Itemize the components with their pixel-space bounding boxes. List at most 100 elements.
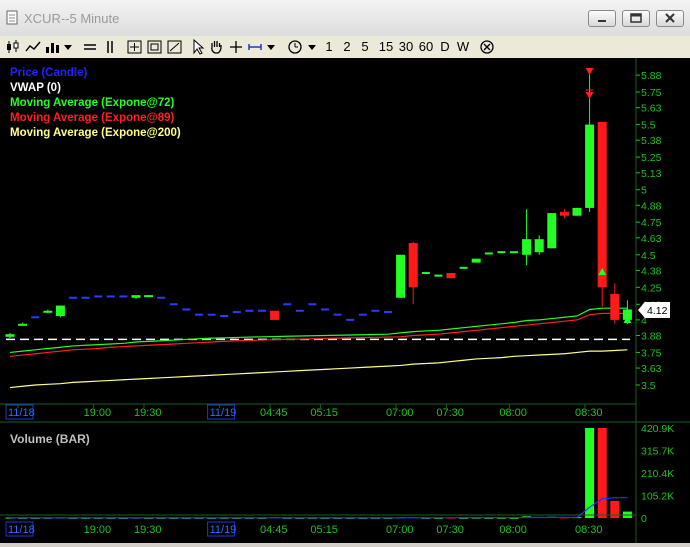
price-tick-label: 3.5 [641,380,656,392]
period-daily-button[interactable]: D [437,38,453,56]
sell-signal-marker [585,92,594,99]
price-tick-label: 4.25 [641,282,662,294]
candle[interactable] [43,309,53,314]
vertical-line-button[interactable] [102,38,118,56]
period-dropdown[interactable] [306,38,318,56]
horizontal-line-button[interactable] [82,38,98,56]
zoom-fit-icon [147,40,162,54]
pan-tool-button[interactable] [208,38,224,56]
candle-body [522,239,532,255]
candle[interactable] [597,121,607,307]
period-60-button[interactable]: 60 [416,38,436,56]
dropdown-arrow-icon [308,45,316,50]
candle[interactable] [55,305,65,318]
time-axis-label: 07:00 [386,407,414,419]
dropdown-arrow-icon [267,45,275,50]
zoom-out-button[interactable] [166,38,184,56]
close-button[interactable] [656,10,684,27]
candle[interactable] [270,310,280,320]
chart-type-dropdown[interactable] [62,38,74,56]
zoom-fit-button[interactable] [146,38,164,56]
volume-tick-label: 210.4K [641,468,674,480]
zoom-in-button[interactable] [126,38,144,56]
pointer-tool-button[interactable] [190,38,206,56]
candle-body [43,310,53,313]
time-axis-label: 07:30 [436,407,464,419]
time-axis-label: 19:30 [134,407,162,419]
period-30-button[interactable]: 30 [396,38,416,56]
last-price-label: 4.12 [647,305,668,317]
candle-body [5,334,15,337]
candle-body [597,121,607,288]
candle[interactable] [446,273,456,279]
price-volume-chart[interactable]: Price (Candle) VWAP (0) Moving Average (… [0,58,690,543]
candle[interactable] [559,209,569,219]
time-axis-label: 11/18 [8,524,35,536]
time-axis-label: 04:45 [260,407,288,419]
candle-body [534,239,544,253]
time-axis-label: 11/19 [210,524,237,536]
clock-button[interactable] [286,38,304,56]
time-axis-label: 05:15 [310,407,338,419]
window-title: XCUR--5 Minute [24,11,120,26]
ema200-line [9,349,628,389]
horizontal-lines-icon [84,44,96,50]
chart-toolbar: 1 2 5 15 30 60 D W [0,36,690,59]
candle[interactable] [5,332,15,339]
candle-body [471,258,481,263]
close-chart-button[interactable] [478,38,496,56]
candle-body [446,273,456,279]
price-tick-label: 5.13 [641,168,662,180]
candle-chart-button[interactable] [4,38,22,56]
period-2-button[interactable]: 2 [340,38,354,56]
period-15-button[interactable]: 15 [376,38,396,56]
candle[interactable] [585,69,595,212]
time-axis-label: 05:15 [310,524,338,536]
dropdown-arrow-icon [64,45,72,50]
candle[interactable] [547,213,557,249]
period-weekly-button[interactable]: W [454,38,472,56]
legend-ema72: Moving Average (Expone@72) [10,97,175,109]
candle[interactable] [131,295,141,300]
minimize-button[interactable] [588,10,616,27]
candle[interactable] [18,322,28,326]
candle-body [547,213,557,249]
crosshair-tool-button[interactable] [228,38,244,56]
price-tick-label: 3.75 [641,347,662,359]
candle[interactable] [408,241,418,305]
price-tick-label: 4.75 [641,217,662,229]
period-1-button[interactable]: 1 [322,38,336,56]
arrow-cursor-icon [193,38,205,55]
price-tick-label: 4.88 [641,200,662,212]
drawing-tool-dropdown[interactable] [265,38,277,56]
time-axis-label: 11/19 [210,407,237,419]
legend-price-candle: Price (Candle) [10,67,87,79]
candle[interactable] [534,235,544,255]
volume-tick-label: 0 [641,513,647,525]
candle[interactable] [396,254,406,298]
zoom-out-icon [167,40,182,54]
time-axis-label: 08:00 [499,524,527,536]
hand-icon [211,41,222,54]
bar-chart-button[interactable] [44,38,62,56]
price-tick-label: 5.63 [641,103,662,115]
time-axis-label: 08:30 [575,407,603,419]
line-chart-button[interactable] [24,38,42,56]
candle[interactable] [144,295,154,298]
minimize-icon [598,20,606,22]
time-axis-label: 19:00 [84,524,112,536]
candle[interactable] [610,283,620,324]
price-tick-label: 4.5 [641,250,656,262]
maximize-button[interactable] [622,10,650,27]
candle[interactable] [572,207,582,216]
price-tick-label: 5.38 [641,135,662,147]
range-tool-button[interactable] [246,38,264,56]
candle-body [18,323,28,326]
chart-window[interactable]: Price (Candle) VWAP (0) Moving Average (… [0,58,690,543]
price-tick-label: 3.88 [641,331,662,343]
price-tick-label: 5.75 [641,87,662,99]
candle[interactable] [471,258,481,263]
candle[interactable] [522,209,532,266]
period-5-button[interactable]: 5 [358,38,372,56]
volume-tick-label: 105.2K [641,491,674,503]
